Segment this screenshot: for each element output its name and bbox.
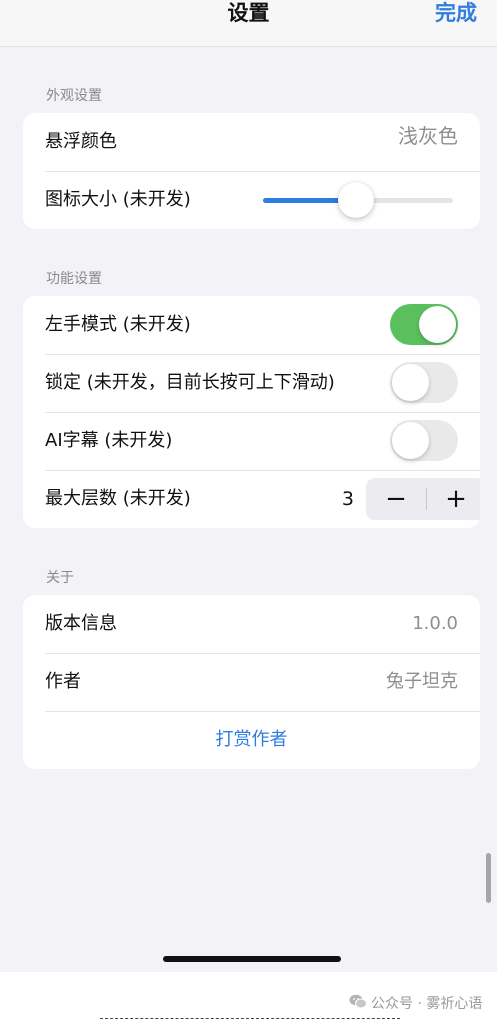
ai-subtitle-label: AI字幕 (未开发): [45, 430, 173, 451]
watermark-text: 公众号 · 雾祈心语: [371, 996, 483, 1012]
left-hand-label: 左手模式 (未开发): [45, 314, 191, 335]
lock-toggle[interactable]: [390, 362, 458, 403]
float-color-value[interactable]: 浅灰色: [398, 113, 458, 159]
scroll-indicator[interactable]: [486, 853, 491, 903]
section-header-appearance: 外观设置: [46, 88, 102, 104]
watermark: 公众号 · 雾祈心语: [349, 994, 482, 1014]
navigation-bar: 设置 完成: [0, 0, 497, 47]
decrement-button[interactable]: −: [366, 478, 426, 520]
page-title: 设置: [227, 1, 270, 25]
tip-author-button[interactable]: 打赏作者: [23, 711, 480, 769]
about-card: 版本信息 1.0.0 作者 兔子坦克 打赏作者: [23, 595, 480, 769]
max-layers-value: 3: [341, 488, 354, 510]
section-header-features: 功能设置: [46, 271, 102, 287]
features-card: 左手模式 (未开发) 锁定 (未开发，目前长按可上下滑动) AI字幕 (未开发)…: [23, 296, 480, 528]
float-color-label: 悬浮颜色: [45, 131, 117, 152]
author-value: 兔子坦克: [386, 671, 458, 692]
version-value: 1.0.0: [412, 613, 458, 634]
lock-label: 锁定 (未开发，目前长按可上下滑动): [45, 372, 335, 393]
slider-thumb[interactable]: [338, 182, 375, 218]
version-label: 版本信息: [45, 613, 117, 634]
author-label: 作者: [45, 671, 81, 692]
max-layers-label: 最大层数 (未开发): [45, 488, 191, 509]
icon-size-label: 图标大小 (未开发): [45, 189, 191, 210]
float-color-row[interactable]: 悬浮颜色 浅灰色: [23, 113, 480, 171]
max-layers-stepper: − +: [366, 478, 480, 520]
lock-row: 锁定 (未开发，目前长按可上下滑动): [23, 354, 480, 412]
wechat-icon: [349, 994, 367, 1014]
done-button[interactable]: 完成: [435, 0, 477, 26]
increment-button[interactable]: +: [426, 478, 480, 520]
icon-size-row: 图标大小 (未开发): [23, 171, 480, 229]
section-header-about: 关于: [46, 570, 74, 586]
max-layers-row: 最大层数 (未开发) 3 − +: [23, 470, 480, 528]
toggle-knob: [392, 364, 429, 401]
toggle-knob: [419, 306, 456, 343]
dashed-divider: [100, 1018, 400, 1019]
home-indicator[interactable]: [163, 956, 341, 962]
author-row: 作者 兔子坦克: [23, 653, 480, 711]
ai-subtitle-toggle[interactable]: [390, 420, 458, 461]
ai-subtitle-row: AI字幕 (未开发): [23, 412, 480, 470]
toggle-knob: [392, 422, 429, 459]
appearance-card: 悬浮颜色 浅灰色 图标大小 (未开发): [23, 113, 480, 229]
left-hand-row: 左手模式 (未开发): [23, 296, 480, 354]
settings-screen: 设置 完成 外观设置 悬浮颜色 浅灰色 图标大小 (未开发) 功能设置 左手模式…: [0, 0, 497, 972]
icon-size-slider[interactable]: [263, 182, 453, 218]
left-hand-toggle[interactable]: [390, 304, 458, 345]
version-row: 版本信息 1.0.0: [23, 595, 480, 653]
